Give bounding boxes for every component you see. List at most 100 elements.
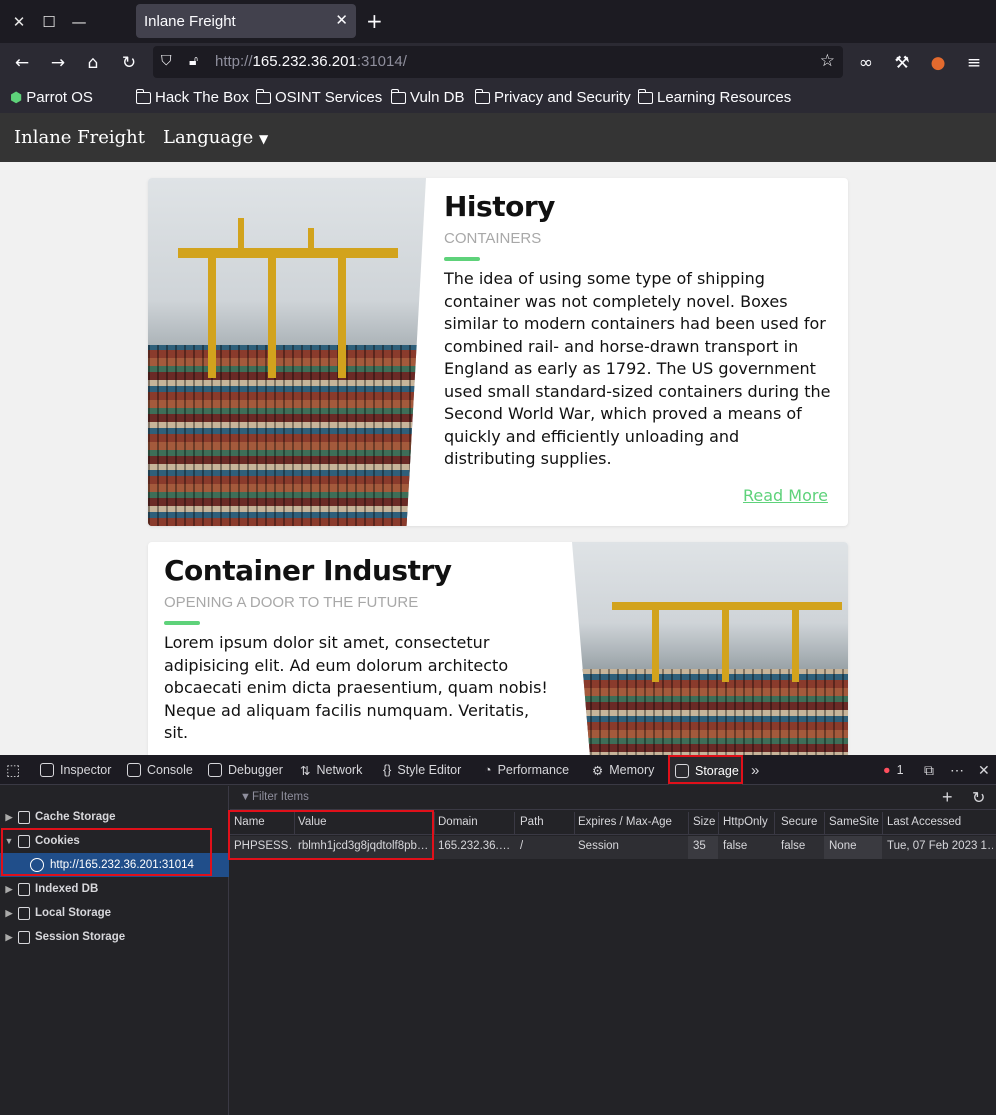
page-viewport: Inlane Freight Language ▼ History CONTAI… xyxy=(0,113,996,755)
error-icon: ● xyxy=(883,763,891,777)
more-tabs-icon[interactable]: » xyxy=(751,755,759,785)
cookie-value: rblmh1jcd3g8jqdtolf8pb… xyxy=(298,840,429,852)
tab-style-editor[interactable]: {} Style Editor xyxy=(383,755,461,785)
column-header[interactable]: Domain xyxy=(438,816,478,828)
cookie-size: 35 xyxy=(688,836,718,859)
tab-network[interactable]: ⇅ Network xyxy=(300,755,362,785)
new-tab-icon[interactable]: + xyxy=(366,9,383,33)
maximize-window-icon[interactable]: ☐ xyxy=(34,0,64,43)
error-count-badge[interactable]: ● 1 xyxy=(883,755,904,785)
url-text: http://165.232.36.201:31014/ xyxy=(215,53,407,70)
folder-icon xyxy=(255,88,271,104)
sidebar-item-local-storage[interactable]: ▶ Local Storage xyxy=(0,901,229,925)
cookies-table-panel: ▼ Filter Items + ↻ Name Value Domain Pat… xyxy=(228,786,996,1115)
browser-titlebar: ✕ ☐ — Inlane Freight ✕ + xyxy=(0,0,996,43)
close-devtools-icon[interactable]: ✕ xyxy=(978,755,990,785)
cookie-domain: 165.232.36.… xyxy=(438,840,511,852)
bookmark-privacy-security[interactable]: Privacy and Security xyxy=(474,88,631,106)
column-header[interactable]: Path xyxy=(520,816,544,828)
sidebar-item-session-storage[interactable]: ▶ Session Storage xyxy=(0,925,229,949)
browser-tab[interactable]: Inlane Freight ✕ xyxy=(136,4,356,38)
bookmark-parrot-os[interactable]: ⬢ Parrot OS xyxy=(10,89,93,106)
parrot-cube-icon: ⬢ xyxy=(10,89,23,105)
dock-side-icon[interactable]: ⧉ xyxy=(924,755,934,785)
globe-icon xyxy=(30,858,44,872)
column-header[interactable]: Value xyxy=(298,816,327,828)
style-editor-icon: {} xyxy=(383,763,392,777)
history-card: History CONTAINERS The idea of using som… xyxy=(148,178,848,526)
devtools-toolbar: ⬚ Inspector Console Debugger ⇅ Network {}… xyxy=(0,755,996,785)
sidebar-item-indexed-db[interactable]: ▶ Indexed DB xyxy=(0,877,229,901)
card-subtitle: OPENING A DOOR TO THE FUTURE xyxy=(164,594,419,611)
shield-icon[interactable]: ⛉ xyxy=(161,53,172,69)
filter-icon: ▼ xyxy=(240,791,251,803)
column-header[interactable]: SameSite xyxy=(829,816,879,828)
site-brand[interactable]: Inlane Freight xyxy=(14,127,145,148)
bookmark-osint-services[interactable]: OSINT Services xyxy=(255,88,382,106)
devtools-panel: ⬚ Inspector Console Debugger ⇅ Network {}… xyxy=(0,755,996,1115)
tab-inspector[interactable]: Inspector xyxy=(40,755,111,785)
wrench-icon[interactable]: ⚒ xyxy=(892,53,912,73)
language-dropdown[interactable]: Language ▼ xyxy=(163,127,268,148)
site-navbar: Inlane Freight Language ▼ xyxy=(0,113,996,162)
element-picker-icon[interactable]: ⬚ xyxy=(6,755,20,785)
filter-bar: ▼ Filter Items + ↻ xyxy=(230,786,996,810)
table-row[interactable]: PHPSESS… rblmh1jcd3g8jqdtolf8pb… 165.232… xyxy=(230,836,996,859)
refresh-icon[interactable]: ↻ xyxy=(972,788,985,808)
extension-fox-icon[interactable]: ● xyxy=(928,53,948,73)
table-header: Name Value Domain Path Expires / Max-Age… xyxy=(230,812,996,835)
bookmark-star-icon[interactable]: ☆ xyxy=(820,51,835,71)
reload-icon[interactable]: ↻ xyxy=(119,53,139,73)
read-more-link[interactable]: Read More xyxy=(743,486,828,505)
minimize-window-icon[interactable]: — xyxy=(64,0,94,43)
card-body: Lorem ipsum dolor sit amet, consectetur … xyxy=(164,633,548,742)
folder-icon xyxy=(637,88,653,104)
column-header[interactable]: Size xyxy=(693,816,715,828)
tab-close-icon[interactable]: ✕ xyxy=(335,11,348,29)
column-header[interactable]: Last Accessed xyxy=(887,816,961,828)
storage-sidebar: ▶ Cache Storage ▼ Cookies http://165.232.3… xyxy=(0,786,229,1115)
port-cranes-image xyxy=(572,542,848,755)
card-title: History xyxy=(444,190,555,223)
storage-db-icon xyxy=(18,810,30,824)
network-icon: ⇅ xyxy=(300,763,311,778)
cookie-httponly: false xyxy=(723,840,748,852)
home-icon[interactable]: ⌂ xyxy=(83,53,103,73)
port-cranes-image xyxy=(148,178,426,526)
tab-title: Inlane Freight xyxy=(144,12,236,30)
sidebar-item-cookie-origin[interactable]: http://165.232.36.201:31014 xyxy=(0,853,229,877)
accent-bar xyxy=(164,621,200,625)
storage-db-icon xyxy=(18,834,30,848)
card-subtitle: CONTAINERS xyxy=(444,230,542,247)
folder-icon xyxy=(135,88,151,104)
column-header[interactable]: Secure xyxy=(781,816,817,828)
add-item-icon[interactable]: + xyxy=(942,787,953,808)
tab-console[interactable]: Console xyxy=(127,755,193,785)
column-header[interactable]: Name xyxy=(234,816,265,828)
sidebar-item-cookies[interactable]: ▼ Cookies xyxy=(0,829,229,853)
bookmark-learning-resources[interactable]: Learning Resources xyxy=(637,88,791,106)
inspector-icon xyxy=(40,763,54,777)
forward-icon[interactable]: → xyxy=(48,53,68,73)
column-header[interactable]: Expires / Max-Age xyxy=(578,816,672,828)
cookie-samesite: None xyxy=(824,836,882,859)
storage-db-icon xyxy=(18,906,30,920)
tab-memory[interactable]: ⚙ Memory xyxy=(592,755,654,785)
back-icon[interactable]: ← xyxy=(12,53,32,73)
sidebar-item-cache-storage[interactable]: ▶ Cache Storage xyxy=(0,805,229,829)
private-mask-icon[interactable]: ∞ xyxy=(856,53,876,73)
insecure-lock-icon[interactable]: 🔓︎ xyxy=(189,53,198,69)
tab-debugger[interactable]: Debugger xyxy=(208,755,283,785)
cookie-expires: Session xyxy=(578,840,619,852)
bookmark-hack-the-box[interactable]: Hack The Box xyxy=(135,88,249,106)
tab-performance[interactable]: ◔ Performance xyxy=(484,755,569,785)
tab-storage[interactable]: Storage xyxy=(669,755,742,785)
storage-icon xyxy=(675,764,689,778)
menu-hamburger-icon[interactable]: ≡ xyxy=(964,53,984,73)
bookmark-vuln-db[interactable]: Vuln DB xyxy=(390,88,464,106)
filter-input[interactable]: Filter Items xyxy=(252,791,309,803)
url-bar[interactable]: ⛉ 🔓︎ http://165.232.36.201:31014/ ☆ xyxy=(153,46,843,78)
column-header[interactable]: HttpOnly xyxy=(723,816,768,828)
close-window-icon[interactable]: ✕ xyxy=(4,0,34,43)
more-options-icon[interactable]: ⋯ xyxy=(950,755,964,785)
